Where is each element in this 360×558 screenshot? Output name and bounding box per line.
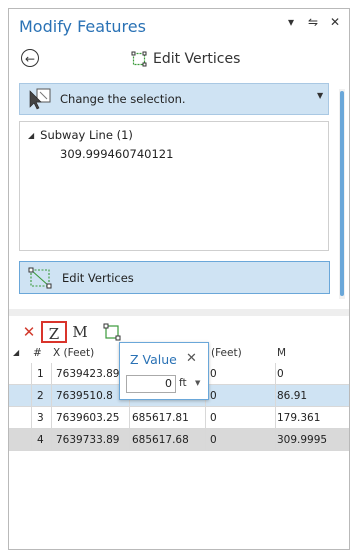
col-header-num[interactable]: # bbox=[33, 347, 42, 359]
vertex-square-icon[interactable] bbox=[101, 321, 123, 343]
title-bar-icons: ▾ ⇋ ✕ bbox=[285, 15, 341, 29]
sort-triangle-icon[interactable]: ◢ bbox=[13, 348, 19, 357]
cell-m[interactable]: 0 bbox=[277, 363, 284, 385]
selection-tree: ◢ Subway Line (1) 309.999460740121 bbox=[19, 121, 329, 251]
m-value-button[interactable]: M bbox=[71, 321, 89, 343]
z-value-title: Z Value bbox=[130, 352, 177, 367]
edit-vertices-icon bbox=[131, 51, 147, 67]
col-header-x[interactable]: X (Feet) bbox=[53, 347, 94, 359]
chevron-down-icon[interactable]: ▼ bbox=[195, 379, 200, 387]
section-divider bbox=[9, 309, 349, 316]
cell-m[interactable]: 86.91 bbox=[277, 385, 307, 407]
cell-z[interactable]: 0 bbox=[210, 429, 217, 451]
pane-title: Modify Features bbox=[19, 17, 146, 36]
cell-z[interactable]: 0 bbox=[210, 363, 217, 385]
tree-layer-item[interactable]: ◢ Subway Line (1) bbox=[28, 128, 133, 142]
cell-z[interactable]: 0 bbox=[210, 407, 217, 429]
caret-down-icon[interactable]: ◢ bbox=[28, 131, 34, 140]
z-unit-select[interactable]: ft bbox=[179, 377, 187, 389]
tool-name: Edit Vertices bbox=[153, 51, 241, 67]
delete-vertex-icon[interactable]: ✕ bbox=[21, 321, 37, 343]
pin-icon[interactable]: ▾ bbox=[285, 15, 297, 29]
back-button[interactable]: ← bbox=[21, 49, 39, 67]
col-header-m[interactable]: M bbox=[277, 347, 286, 359]
change-selection-label: Change the selection. bbox=[60, 92, 186, 106]
table-row[interactable]: 4 7639733.89 685617.68 0 309.9995 bbox=[9, 429, 349, 451]
tool-header: ← Edit Vertices bbox=[9, 47, 349, 75]
scrollbar-thumb[interactable] bbox=[340, 91, 344, 296]
arrow-left-circle-icon: ← bbox=[24, 52, 36, 66]
cell-m[interactable]: 309.9995 bbox=[277, 429, 327, 451]
z-value-popup: Z Value ✕ 0 ft ▼ bbox=[119, 342, 209, 400]
cell-x[interactable]: 7639603.25 bbox=[56, 407, 119, 429]
edit-vertices-label: Edit Vertices bbox=[62, 270, 134, 285]
cell-y[interactable]: 685617.81 bbox=[132, 407, 189, 429]
pin-toggle-icon[interactable]: ⇋ bbox=[307, 15, 319, 29]
z-value-button[interactable]: Z bbox=[41, 321, 67, 343]
cell-y[interactable]: 685617.68 bbox=[132, 429, 189, 451]
table-row[interactable]: 3 7639603.25 685617.81 0 179.361 bbox=[9, 407, 349, 429]
modify-features-pane: Modify Features ▾ ⇋ ✕ ← Edit Vertices Ch… bbox=[8, 8, 350, 550]
close-icon[interactable]: ✕ bbox=[186, 351, 197, 366]
chevron-down-icon[interactable]: ▼ bbox=[317, 91, 323, 100]
cell-x[interactable]: 7639423.89 bbox=[56, 363, 119, 385]
active-tool-label: Edit Vertices bbox=[131, 48, 240, 70]
pane-title-bar: Modify Features ▾ ⇋ ✕ bbox=[9, 9, 349, 45]
z-value-input[interactable]: 0 bbox=[126, 375, 176, 393]
tree-layer-label: Subway Line (1) bbox=[40, 128, 133, 142]
col-header-z[interactable]: (Feet) bbox=[211, 347, 242, 359]
cell-num: 2 bbox=[37, 390, 44, 402]
close-icon[interactable]: ✕ bbox=[329, 15, 341, 29]
cell-num: 3 bbox=[37, 412, 44, 424]
edit-vertices-icon bbox=[28, 267, 52, 288]
cell-x[interactable]: 7639733.89 bbox=[56, 429, 119, 451]
select-cursor-icon bbox=[29, 88, 51, 110]
edit-vertices-row[interactable]: Edit Vertices bbox=[19, 261, 330, 294]
cell-x[interactable]: 7639510.8 bbox=[56, 385, 113, 407]
cell-z[interactable]: 0 bbox=[210, 385, 217, 407]
cell-num: 1 bbox=[37, 368, 44, 380]
cell-m[interactable]: 179.361 bbox=[277, 407, 320, 429]
tree-feature-item[interactable]: 309.999460740121 bbox=[60, 147, 173, 161]
change-selection-button[interactable]: Change the selection. bbox=[19, 83, 329, 115]
cell-num: 4 bbox=[37, 434, 44, 446]
